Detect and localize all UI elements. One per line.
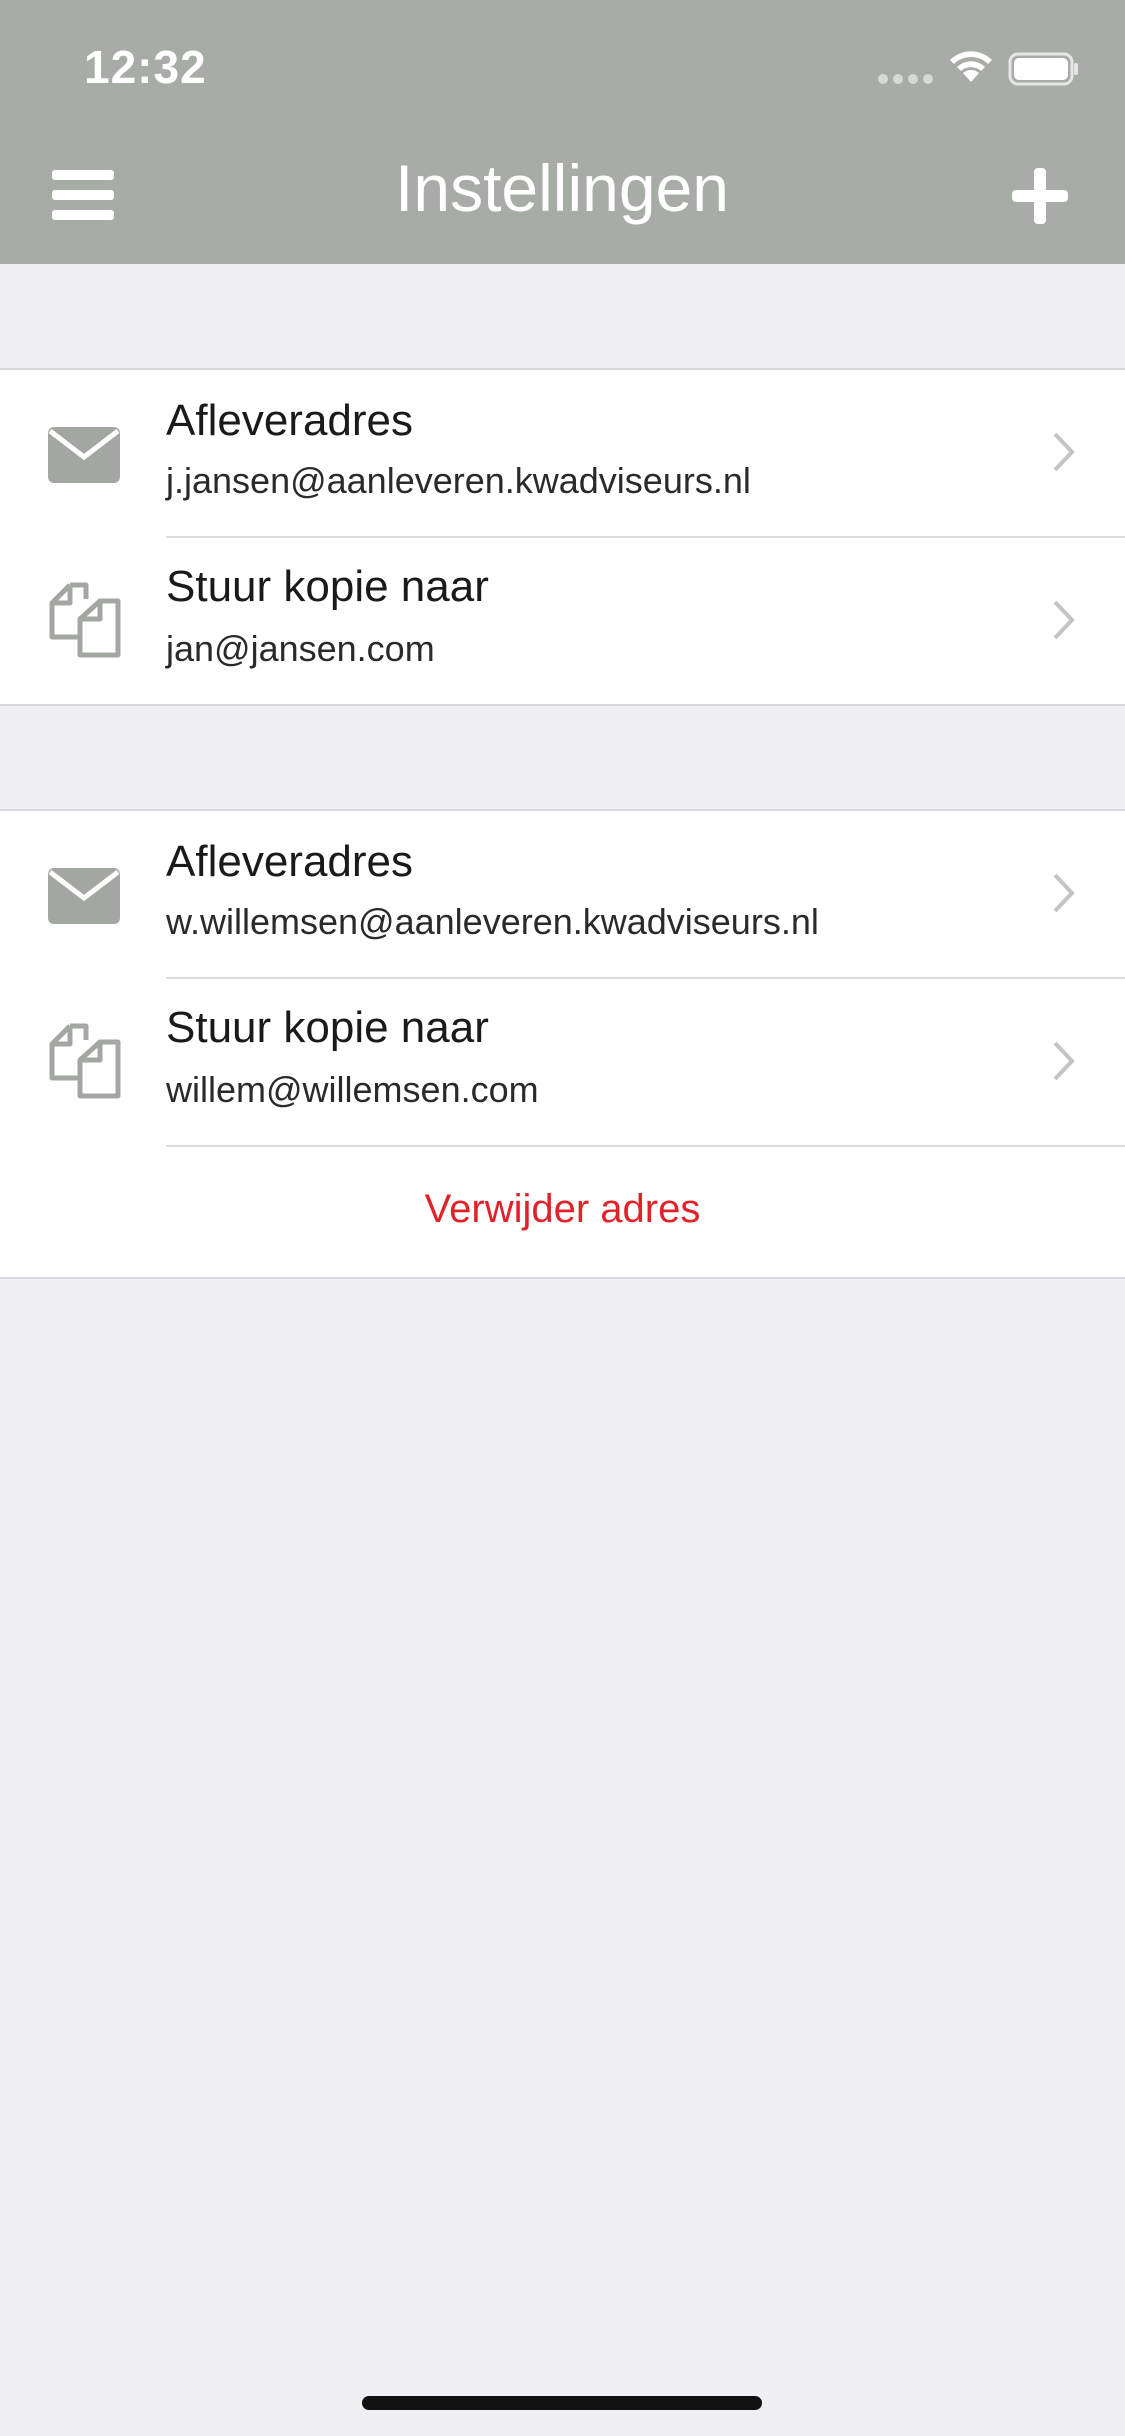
- send-copy-row[interactable]: Stuur kopie naar willem@willemsen.com: [0, 979, 1125, 1145]
- address-group-1: Afleveradres j.jansen@aanleveren.kwadvis…: [0, 368, 1125, 706]
- chevron-right-icon: [1053, 432, 1075, 472]
- status-time: 12:32: [84, 41, 207, 93]
- delete-address-button[interactable]: Verwijder adres: [0, 1187, 1125, 1232]
- row-divider: [166, 1145, 1125, 1147]
- envelope-icon: [48, 868, 120, 924]
- cellular-signal-icon: [878, 74, 934, 84]
- row-subtitle: w.willemsen@aanleveren.kwadviseurs.nl: [166, 901, 819, 942]
- hamburger-menu-icon[interactable]: [44, 160, 124, 230]
- page-title: Instellingen: [395, 151, 729, 225]
- chevron-right-icon: [1053, 873, 1075, 913]
- row-subtitle: jan@jansen.com: [166, 628, 435, 669]
- address-group-2: Afleveradres w.willemsen@aanleveren.kwad…: [0, 809, 1125, 1279]
- copy-documents-icon: [49, 582, 121, 658]
- row-title: Stuur kopie naar: [166, 1003, 489, 1052]
- navigation-header: 12:32 Instellingen: [0, 0, 1125, 264]
- chevron-right-icon: [1053, 600, 1075, 640]
- row-title: Stuur kopie naar: [166, 562, 489, 611]
- row-title: Afleveradres: [166, 837, 414, 886]
- battery-icon: [1008, 52, 1078, 86]
- copy-documents-icon: [49, 1023, 121, 1099]
- home-indicator: [362, 2396, 762, 2410]
- row-title: Afleveradres: [166, 396, 414, 445]
- envelope-icon: [48, 427, 120, 483]
- plus-icon[interactable]: [1000, 160, 1080, 232]
- send-copy-row[interactable]: Stuur kopie naar jan@jansen.com: [0, 538, 1125, 704]
- chevron-right-icon: [1053, 1041, 1075, 1081]
- row-subtitle: willem@willemsen.com: [166, 1069, 539, 1110]
- delivery-address-row[interactable]: Afleveradres j.jansen@aanleveren.kwadvis…: [0, 370, 1125, 536]
- row-subtitle: j.jansen@aanleveren.kwadviseurs.nl: [166, 460, 751, 501]
- delivery-address-row[interactable]: Afleveradres w.willemsen@aanleveren.kwad…: [0, 811, 1125, 977]
- wifi-icon: [950, 51, 992, 82]
